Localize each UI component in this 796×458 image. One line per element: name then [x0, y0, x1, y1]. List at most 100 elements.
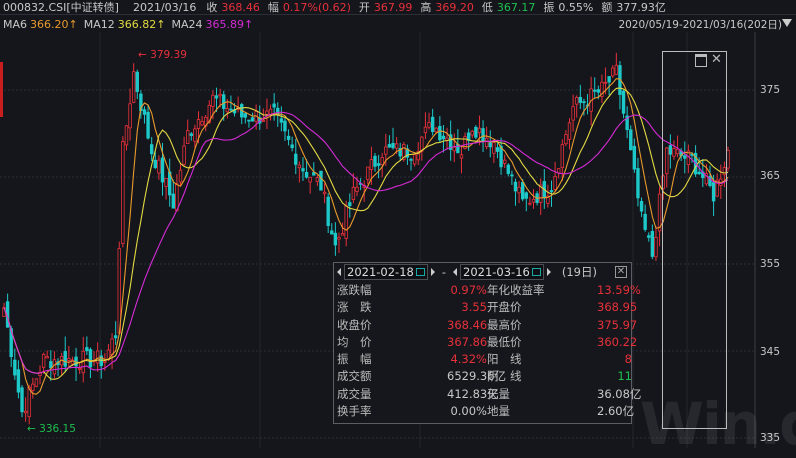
- candle-body[interactable]: [596, 89, 601, 93]
- candle-body[interactable]: [85, 347, 89, 352]
- candle-body[interactable]: [113, 335, 118, 339]
- candle-body[interactable]: [528, 202, 532, 205]
- candle-body[interactable]: [427, 122, 431, 128]
- candle-body[interactable]: [315, 177, 320, 182]
- candle-body[interactable]: [153, 159, 157, 169]
- candle-body[interactable]: [319, 170, 323, 191]
- candle-body[interactable]: [265, 110, 269, 115]
- candle-body[interactable]: [639, 200, 644, 212]
- candle-body[interactable]: [560, 144, 565, 168]
- next-end-icon[interactable]: [546, 268, 551, 276]
- candle-body[interactable]: [225, 108, 230, 113]
- range-dropdown-icon[interactable]: [782, 19, 792, 27]
- candle-body[interactable]: [124, 125, 129, 146]
- candle-body[interactable]: [481, 128, 485, 142]
- candle-body[interactable]: [531, 198, 536, 203]
- candle-body[interactable]: [474, 126, 478, 138]
- prev-end-icon[interactable]: [453, 268, 457, 276]
- selection-box[interactable]: ✕: [662, 51, 727, 429]
- candle-body[interactable]: [149, 144, 154, 155]
- candle-body[interactable]: [643, 213, 647, 230]
- candle-body[interactable]: [31, 383, 35, 391]
- candle-body[interactable]: [283, 120, 287, 132]
- candle-body[interactable]: [632, 145, 637, 170]
- candle-body[interactable]: [290, 144, 294, 149]
- candle-body[interactable]: [621, 90, 626, 114]
- candle-body[interactable]: [380, 157, 384, 166]
- candle-body[interactable]: [49, 361, 53, 369]
- candle-body[interactable]: [23, 410, 28, 414]
- candle-body[interactable]: [330, 230, 334, 235]
- candle-body[interactable]: [13, 359, 17, 376]
- candle-body[interactable]: [193, 128, 197, 142]
- candle-body[interactable]: [247, 119, 251, 122]
- candle-body[interactable]: [16, 369, 21, 393]
- candle-body[interactable]: [520, 181, 525, 200]
- candle-body[interactable]: [196, 119, 201, 129]
- candle-body[interactable]: [373, 155, 377, 167]
- candle-body[interactable]: [452, 146, 456, 152]
- prev-start-icon[interactable]: [337, 268, 341, 276]
- candle-body[interactable]: [214, 95, 219, 99]
- candle-body[interactable]: [178, 169, 183, 183]
- candle-body[interactable]: [243, 113, 248, 118]
- next-start-icon[interactable]: [430, 268, 435, 276]
- candle-body[interactable]: [189, 133, 194, 136]
- candle-body[interactable]: [160, 157, 165, 183]
- candle-body[interactable]: [459, 154, 464, 159]
- candle-body[interactable]: [77, 367, 82, 370]
- candle-body[interactable]: [553, 176, 557, 190]
- candle-body[interactable]: [157, 159, 161, 174]
- candle-body[interactable]: [387, 144, 392, 148]
- candle-body[interactable]: [726, 149, 730, 169]
- candle-body[interactable]: [607, 76, 611, 83]
- candle-body[interactable]: [611, 67, 615, 77]
- candle-body[interactable]: [250, 117, 255, 122]
- candle-body[interactable]: [110, 338, 114, 356]
- candle-body[interactable]: [495, 147, 500, 152]
- candle-body[interactable]: [384, 146, 388, 155]
- candle-body[interactable]: [578, 96, 583, 103]
- candle-body[interactable]: [182, 145, 186, 165]
- candle-body[interactable]: [506, 164, 510, 174]
- candle-body[interactable]: [603, 81, 608, 84]
- candle-body[interactable]: [344, 205, 348, 239]
- candle-body[interactable]: [52, 359, 57, 375]
- candle-body[interactable]: [142, 109, 147, 115]
- candle-body[interactable]: [369, 159, 374, 170]
- candle-body[interactable]: [636, 168, 640, 199]
- candle-body[interactable]: [301, 168, 305, 172]
- candle-body[interactable]: [333, 232, 338, 246]
- candle-body[interactable]: [211, 94, 215, 107]
- candle-body[interactable]: [394, 143, 399, 149]
- candle-body[interactable]: [261, 120, 266, 122]
- candle-body[interactable]: [438, 125, 442, 141]
- candle-body[interactable]: [629, 129, 633, 151]
- candle-body[interactable]: [412, 154, 417, 165]
- candle-body[interactable]: [294, 153, 298, 165]
- close-icon[interactable]: ✕: [615, 266, 627, 278]
- candle-body[interactable]: [304, 171, 309, 178]
- candle-body[interactable]: [567, 122, 572, 140]
- candle-body[interactable]: [222, 94, 226, 109]
- calendar-icon[interactable]: [415, 268, 425, 276]
- candle-body[interactable]: [513, 181, 518, 192]
- candle-body[interactable]: [34, 378, 39, 387]
- candle-body[interactable]: [200, 121, 204, 126]
- candle-body[interactable]: [63, 350, 67, 367]
- candle-body[interactable]: [41, 353, 46, 368]
- candle-body[interactable]: [121, 141, 125, 244]
- candle-body[interactable]: [95, 350, 100, 364]
- candle-body[interactable]: [549, 190, 554, 193]
- candle-body[interactable]: [351, 186, 356, 200]
- candle-body[interactable]: [484, 137, 489, 148]
- date-range[interactable]: 2020/05/19-2021/03/16(202日): [618, 17, 782, 32]
- candle-body[interactable]: [322, 191, 327, 195]
- candle-body[interactable]: [650, 230, 655, 257]
- candle-body[interactable]: [477, 127, 482, 134]
- candle-body[interactable]: [391, 142, 395, 149]
- candle-body[interactable]: [186, 130, 190, 144]
- candle-body[interactable]: [272, 103, 276, 108]
- candle-body[interactable]: [502, 159, 507, 164]
- candle-body[interactable]: [135, 71, 139, 92]
